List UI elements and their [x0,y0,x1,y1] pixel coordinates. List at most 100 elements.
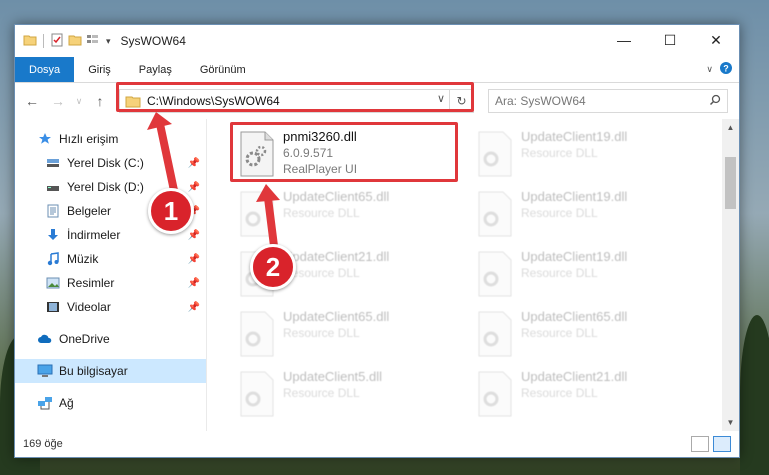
sidebar-item-music[interactable]: Müzik 📌 [15,247,206,271]
sidebar-item-videos[interactable]: Videolar 📌 [15,295,206,319]
sidebar-item-label: Yerel Disk (D:) [67,180,144,194]
help-icon[interactable]: ? [719,61,733,78]
file-description: Resource DLL [521,326,598,340]
file-tile-pnmi3260[interactable]: pnmi3260.dll 6.0.9.571 RealPlayer UI [233,125,463,185]
toolbar-separator [43,34,44,48]
refresh-button[interactable]: ↻ [449,90,473,112]
vertical-scrollbar[interactable]: ▲ ▼ [722,119,739,431]
file-description: Resource DLL [521,386,598,400]
pictures-icon [45,275,61,291]
file-tile[interactable]: UpdateClient19.dll Resource DLL [471,125,701,185]
dll-file-icon [239,191,275,237]
tab-view[interactable]: Görünüm [186,57,260,82]
new-folder-icon[interactable] [68,33,82,50]
sidebar-item-onedrive[interactable]: OneDrive [15,327,206,351]
maximize-button[interactable]: ☐ [647,25,693,55]
ribbon-tabs: Dosya Giriş Paylaş Görünüm ∨ ? [15,57,739,83]
tab-share[interactable]: Paylaş [125,57,186,82]
sidebar-item-local-disk-c[interactable]: Yerel Disk (C:) 📌 [15,151,206,175]
dll-file-icon [477,191,513,237]
sidebar-item-network[interactable]: Ağ [15,391,206,415]
pin-icon[interactable]: 📌 [188,158,200,169]
scroll-up-icon[interactable]: ▲ [722,119,739,136]
sidebar-item-label: Müzik [67,252,99,266]
scroll-thumb[interactable] [725,157,736,209]
tab-home[interactable]: Giriş [74,57,125,82]
address-dropdown-icon[interactable]: ∨ [437,92,445,105]
window-title: SysWOW64 [120,34,186,48]
content-area: Hızlı erişim Yerel Disk (C:) 📌 Yerel Dis… [15,119,739,431]
pin-icon[interactable]: 📌 [188,278,200,289]
file-tile[interactable]: UpdateClient65.dll Resource DLL [471,305,701,365]
sidebar-item-label: İndirmeler [67,228,121,242]
recent-locations-button[interactable]: ∨ [73,90,85,112]
minimize-button[interactable]: — [601,25,647,55]
back-button[interactable]: ← [21,90,43,112]
file-description: Resource DLL [283,266,360,280]
file-tile[interactable]: UpdateClient21.dll Resource DLL [471,365,701,425]
refresh-icon: ↻ [456,94,467,108]
file-tile[interactable]: UpdateClient19.dll Resource DLL [471,185,701,245]
sidebar-item-label: Ağ [59,396,74,410]
file-tile[interactable]: UpdateClient65.dll Resource DLL [233,185,463,245]
close-button[interactable]: ✕ [693,25,739,55]
file-name: UpdateClient65.dll [283,309,390,324]
chevron-down-icon: ∨ [75,95,83,106]
file-description: Resource DLL [521,146,598,160]
pin-icon[interactable]: 📌 [188,302,200,313]
file-version: 6.0.9.571 [283,146,334,160]
dll-file-icon [477,371,513,417]
file-name: UpdateClient19.dll [521,129,628,144]
ribbon-right-controls: ∨ ? [706,57,739,82]
sidebar-item-label: Yerel Disk (C:) [67,156,144,170]
file-name: UpdateClient65.dll [283,189,390,204]
file-tile[interactable]: UpdateClient65.dll Resource DLL [233,305,463,365]
properties-icon[interactable] [50,33,64,50]
sidebar-item-label: OneDrive [59,332,110,346]
window-controls: — ☐ ✕ [601,25,739,55]
drive-icon [45,155,61,171]
search-input[interactable] [495,94,709,108]
address-path[interactable]: C:\Windows\SysWOW64 [147,94,280,108]
navigation-pane: Hızlı erişim Yerel Disk (C:) 📌 Yerel Dis… [15,119,207,431]
scroll-down-icon[interactable]: ▼ [722,414,739,431]
back-arrow-icon: ← [25,93,39,109]
title-bar: ▾ SysWOW64 — ☐ ✕ [15,25,739,57]
file-name: UpdateClient19.dll [521,189,628,204]
customize-toolbar-chevron-icon[interactable]: ▾ [106,36,111,47]
tiles-view-icon[interactable] [713,436,731,452]
up-button[interactable]: ↑ [89,90,111,112]
videos-icon [45,299,61,315]
svg-text:?: ? [723,64,729,74]
file-name: UpdateClient21.dll [283,249,390,264]
forward-button[interactable]: → [47,90,69,112]
address-bar[interactable]: C:\Windows\SysWOW64 ∨ ↻ [119,89,474,113]
callout-step-2: 2 [250,244,296,290]
pin-icon[interactable]: 📌 [188,182,200,193]
view-toggle [691,436,739,452]
star-icon [37,131,53,147]
sidebar-item-label: Bu bilgisayar [59,364,128,378]
file-description: Resource DLL [283,386,360,400]
sidebar-item-this-pc[interactable]: Bu bilgisayar [15,359,206,383]
search-box[interactable] [488,89,728,113]
expand-ribbon-chevron-icon[interactable]: ∨ [706,64,713,75]
explorer-window: ▾ SysWOW64 — ☐ ✕ Dosya Giriş Paylaş Görü… [14,24,740,458]
forward-arrow-icon: → [51,93,65,109]
dll-file-icon [239,311,275,357]
sidebar-item-quick-access[interactable]: Hızlı erişim [15,127,206,151]
dll-file-icon [477,131,513,177]
pin-icon[interactable]: 📌 [188,254,200,265]
background-tree [740,315,769,475]
music-icon [45,251,61,267]
pin-icon[interactable]: 📌 [188,230,200,241]
cloud-icon [37,331,53,347]
view-options-icon[interactable] [86,33,102,50]
sidebar-item-pictures[interactable]: Resimler 📌 [15,271,206,295]
file-tile[interactable]: UpdateClient5.dll Resource DLL [233,365,463,425]
quick-access-toolbar: ▾ [15,33,111,50]
details-view-icon[interactable] [691,436,709,452]
file-tile[interactable]: UpdateClient19.dll Resource DLL [471,245,701,305]
tab-file[interactable]: Dosya [15,57,75,82]
dll-file-icon [477,311,513,357]
